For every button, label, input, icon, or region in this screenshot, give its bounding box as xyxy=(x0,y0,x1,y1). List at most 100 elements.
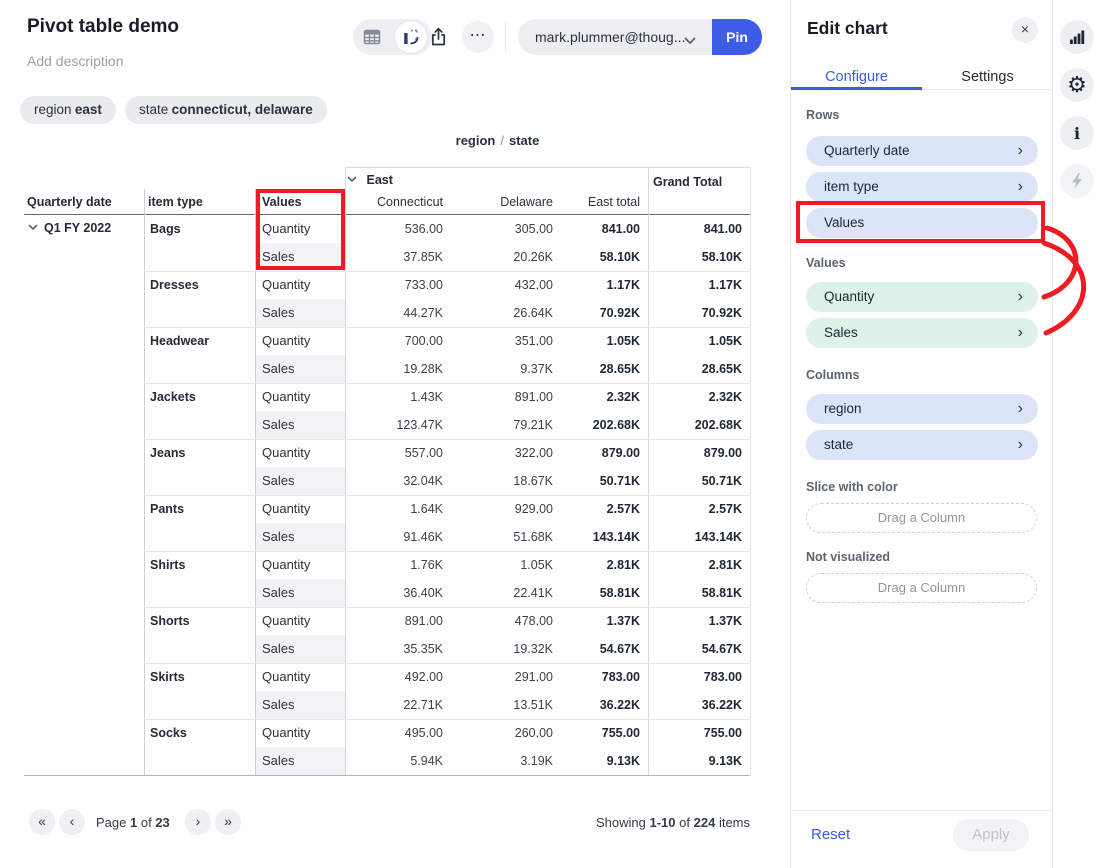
collapse-caret-icon[interactable] xyxy=(347,167,357,192)
col-border xyxy=(255,189,256,775)
data-cell: 879.00 xyxy=(632,439,742,467)
collapse-caret-icon[interactable] xyxy=(28,220,38,234)
chevron-right-icon[interactable]: › xyxy=(1018,394,1023,424)
data-cell: 143.14K xyxy=(530,523,640,551)
chip-sales[interactable]: Sales › xyxy=(806,318,1038,348)
data-cell: 50.71K xyxy=(632,467,742,495)
apply-button[interactable]: Apply xyxy=(953,819,1029,851)
chevron-right-icon[interactable]: › xyxy=(1018,172,1023,202)
row-header-quarterly-date[interactable]: Quarterly date xyxy=(27,190,112,215)
data-cell: 841.00 xyxy=(530,215,640,243)
item-type-cell: Skirts xyxy=(150,670,185,684)
data-cell: 2.81K xyxy=(530,551,640,579)
metric-label-cell: Quantity xyxy=(262,327,310,355)
filter-chip-state[interactable]: state connecticut, delaware xyxy=(125,96,327,124)
add-description[interactable]: Add description xyxy=(27,53,124,69)
data-cell: 1.37K xyxy=(530,607,640,635)
data-cell: 733.00 xyxy=(333,271,443,299)
slice-dropzone[interactable]: Drag a Column xyxy=(806,503,1037,533)
filter-label: state xyxy=(139,102,168,117)
change-visualization-icon xyxy=(402,28,420,46)
data-cell: 36.22K xyxy=(632,691,742,719)
data-cell: 2.32K xyxy=(530,383,640,411)
item-type-cell: Bags xyxy=(150,222,181,236)
chevron-right-icon[interactable]: › xyxy=(1018,282,1023,312)
chip-label: Sales xyxy=(824,318,858,348)
item-type-cell: Shirts xyxy=(150,558,185,572)
chevron-right-icon[interactable]: › xyxy=(1018,318,1023,348)
chip-quantity[interactable]: Quantity› xyxy=(806,282,1038,312)
tab-settings[interactable]: Settings xyxy=(922,64,1053,90)
chevron-right-icon[interactable]: › xyxy=(1018,430,1023,460)
data-cell: 70.92K xyxy=(632,299,742,327)
data-cell: 70.92K xyxy=(530,299,640,327)
page-first-button[interactable]: « xyxy=(29,809,55,835)
right-icon-rail: ⚙ i xyxy=(1052,0,1100,868)
close-icon[interactable]: × xyxy=(1012,17,1038,43)
settings-panel-button[interactable]: ⚙ xyxy=(1060,68,1094,102)
page-indicator: Page 1 of 23 xyxy=(96,810,170,835)
quarter-row-q1-fy-2022[interactable]: Q1 FY 2022 xyxy=(28,221,111,235)
chip-region[interactable]: region› xyxy=(806,394,1038,424)
data-cell: 1.17K xyxy=(530,271,640,299)
data-cell: 1.05K xyxy=(530,327,640,355)
chevron-down-icon xyxy=(684,32,696,50)
reset-button[interactable]: Reset xyxy=(811,826,850,843)
data-cell: 2.32K xyxy=(632,383,742,411)
col-border xyxy=(144,189,145,775)
annotation-box-values-chip xyxy=(796,201,1045,243)
data-cell: 32.04K xyxy=(333,467,443,495)
filter-chip-region[interactable]: region east xyxy=(20,96,116,124)
spotiq-panel-button[interactable] xyxy=(1060,164,1094,198)
data-cell: 2.57K xyxy=(530,495,640,523)
not-visualized-dropzone[interactable]: Drag a Column xyxy=(806,573,1037,603)
page-prev-button[interactable]: ‹ xyxy=(59,809,85,835)
pivot-axis-title: region/state xyxy=(345,133,650,148)
data-cell: 700.00 xyxy=(333,327,443,355)
metric-label-cell: Quantity xyxy=(262,271,310,299)
data-cell: 783.00 xyxy=(530,663,640,691)
data-cell: 9.13K xyxy=(632,747,742,775)
chip-item-type[interactable]: item type› xyxy=(806,172,1038,202)
chevron-right-icon[interactable]: › xyxy=(1018,136,1023,166)
data-cell: 495.00 xyxy=(333,719,443,747)
section-label-columns: Columns xyxy=(806,368,859,382)
info-panel-button[interactable]: i xyxy=(1060,116,1094,150)
section-label-rows: Rows xyxy=(806,108,839,122)
section-label-slice-with-color: Slice with color xyxy=(806,480,898,494)
change-visualization-button[interactable] xyxy=(395,21,427,53)
data-cell: 1.37K xyxy=(632,607,742,635)
more-options-button[interactable]: ⋯ xyxy=(462,21,494,53)
footer-divider xyxy=(791,810,1053,811)
item-type-cell: Jackets xyxy=(150,390,196,404)
chip-state[interactable]: state› xyxy=(806,430,1038,460)
data-cell: 28.65K xyxy=(530,355,640,383)
data-cell: 2.81K xyxy=(632,551,742,579)
data-cell: 1.43K xyxy=(333,383,443,411)
user-dropdown[interactable]: mark.plummer@thoug... Pin xyxy=(518,19,762,55)
column-header-connecticut[interactable]: Connecticut xyxy=(345,190,443,215)
user-dropdown-label: mark.plummer@thoug... xyxy=(535,19,685,55)
data-cell: 28.65K xyxy=(632,355,742,383)
metric-label-cell: Sales xyxy=(262,691,295,719)
data-cell: 54.67K xyxy=(530,635,640,663)
panel-title: Edit chart xyxy=(807,18,888,39)
column-header-east-total[interactable]: East total xyxy=(540,190,640,215)
chart-panel-button[interactable] xyxy=(1060,20,1094,54)
table-top-border xyxy=(345,167,750,168)
metric-label-cell: Sales xyxy=(262,747,295,775)
column-header-delaware[interactable]: Delaware xyxy=(455,190,553,215)
page-next-button[interactable]: › xyxy=(185,809,211,835)
data-cell: 1.17K xyxy=(632,271,742,299)
row-header-item-type[interactable]: item type xyxy=(148,190,203,215)
table-view-icon[interactable] xyxy=(363,28,381,51)
share-icon[interactable] xyxy=(428,26,449,53)
pin-button[interactable]: Pin xyxy=(712,19,762,55)
filter-label: region xyxy=(34,102,72,117)
page-last-button[interactable]: » xyxy=(215,809,241,835)
chip-quarterly-date[interactable]: Quarterly date› xyxy=(806,136,1038,166)
edit-chart-panel: Edit chart × Configure Settings Rows Qua… xyxy=(790,0,1053,868)
metric-label-cell: Sales xyxy=(262,579,295,607)
item-type-cell: Headwear xyxy=(150,334,209,348)
grand-total-header[interactable]: Grand Total xyxy=(653,170,722,195)
